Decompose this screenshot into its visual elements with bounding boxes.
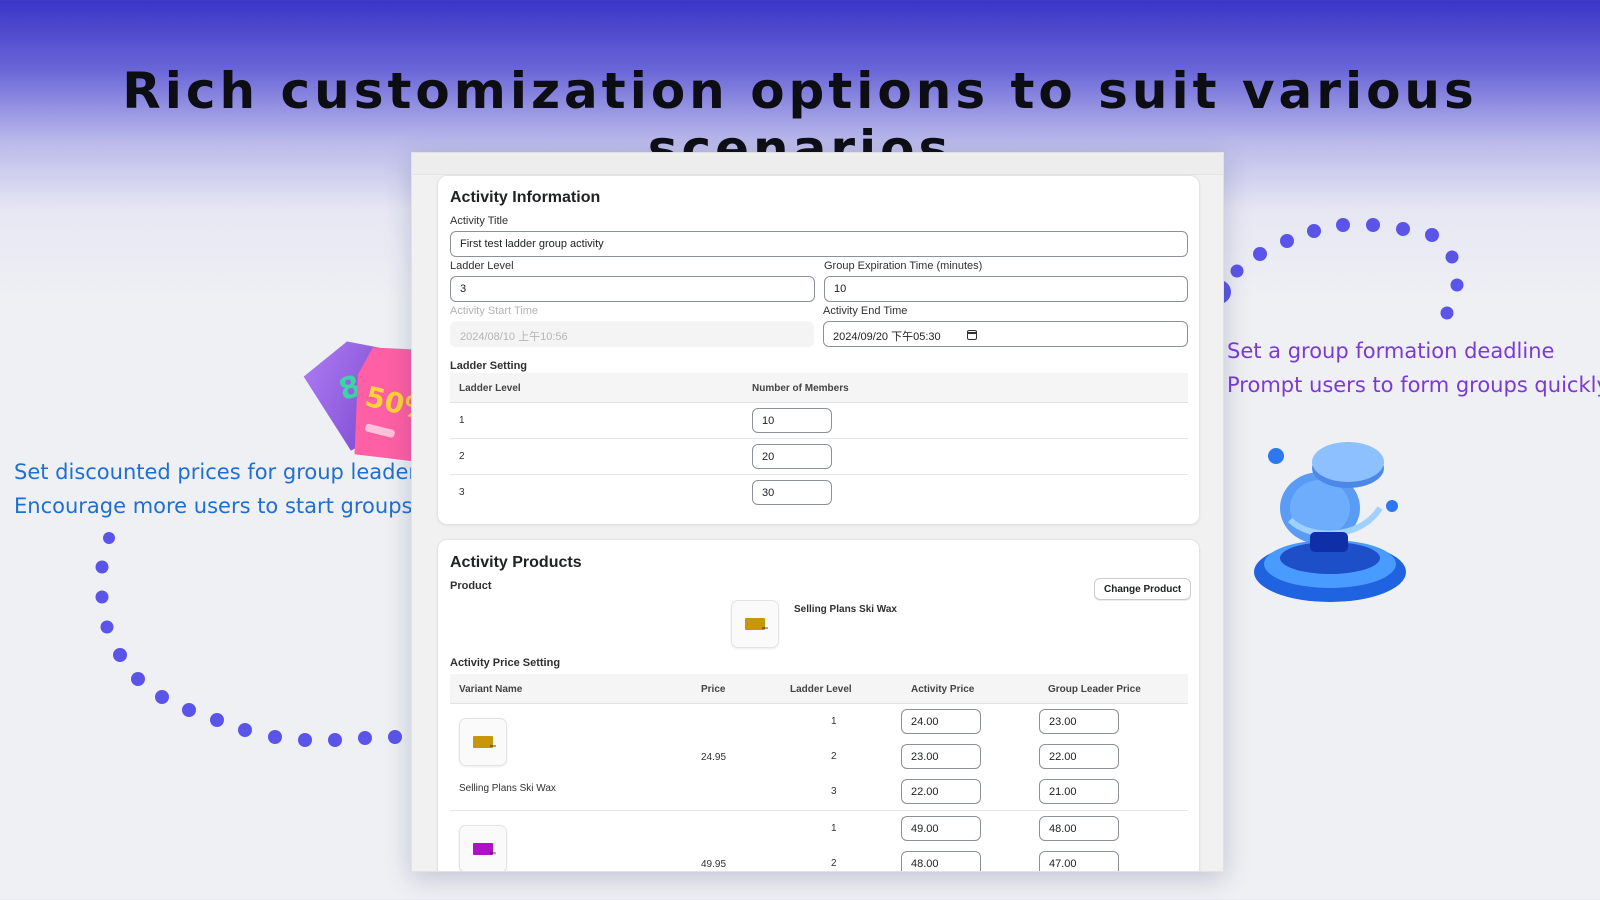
ladder-table-header: Ladder Level Number of Members [450, 373, 1188, 403]
change-product-button[interactable]: Change Product [1094, 578, 1192, 600]
expiration-label: Group Expiration Time (minutes) [824, 260, 983, 272]
leader-price-input[interactable]: 22.00 [1039, 744, 1119, 769]
activity-price-input[interactable]: 22.00 [901, 779, 981, 804]
variant-thumbnail [459, 718, 507, 766]
product-label: Product [450, 580, 492, 592]
table-row: 3 30 [450, 475, 1188, 511]
leader-price-input[interactable]: 47.00 [1039, 851, 1119, 871]
ski-wax-image [473, 736, 496, 748]
end-time-label: Activity End Time [823, 305, 908, 317]
left-callout-line2: Encourage more users to start groups [14, 494, 413, 518]
tier-level: 1 [831, 716, 837, 727]
expiration-input[interactable]: 10 [824, 276, 1188, 302]
tier-level: 1 [831, 823, 837, 834]
variant-price: 24.95 [701, 752, 727, 763]
leader-price-input[interactable]: 48.00 [1039, 816, 1119, 841]
table-row: 1 10 [450, 403, 1188, 439]
variant-thumbnail [459, 825, 507, 871]
table-row: 49.95 1 49.00 48.00 2 48.00 47.00 [450, 811, 1188, 871]
price-col-variant: Variant Name [459, 684, 523, 695]
price-setting-label: Activity Price Setting [450, 657, 561, 669]
end-time-value: 2024/09/20 下午05:30 [833, 331, 941, 343]
activity-information-title: Activity Information [450, 189, 601, 206]
activity-title-input[interactable]: First test ladder group activity [450, 231, 1188, 257]
members-input[interactable]: 20 [752, 444, 832, 469]
activity-title-label: Activity Title [450, 215, 509, 227]
window-top-bar [412, 153, 1223, 175]
right-callout-line2: Prompt users to form groups quickly [1227, 373, 1600, 397]
activity-price-input[interactable]: 49.00 [901, 816, 981, 841]
activity-price-input[interactable]: 48.00 [901, 851, 981, 871]
members-input[interactable]: 10 [752, 408, 832, 433]
ladder-row-level: 1 [459, 415, 465, 426]
leader-price-input[interactable]: 23.00 [1039, 709, 1119, 734]
table-row: 2 20 [450, 439, 1188, 475]
members-input[interactable]: 30 [752, 480, 832, 505]
ski-wax-image [745, 618, 768, 630]
ladder-level-input[interactable]: 3 [450, 276, 815, 302]
ladder-row-level: 2 [459, 451, 465, 462]
start-time-input: 2024/08/10 上午10:56 [450, 321, 814, 347]
tier-level: 3 [831, 786, 837, 797]
ladder-col-members: Number of Members [752, 383, 849, 394]
activity-information-card: Activity Information Activity Title Firs… [437, 175, 1200, 525]
tier-level: 2 [831, 751, 837, 762]
ski-wax-image [473, 843, 496, 855]
ladder-level-label: Ladder Level [450, 260, 514, 272]
end-time-input[interactable]: 2024/09/20 下午05:30 [823, 321, 1188, 347]
ladder-setting-label: Ladder Setting [450, 360, 528, 372]
tier-level: 2 [831, 858, 837, 869]
activity-price-input[interactable]: 24.00 [901, 709, 981, 734]
activity-price-input[interactable]: 23.00 [901, 744, 981, 769]
variant-name: Selling Plans Ski Wax [459, 783, 556, 794]
price-col-ladder: Ladder Level [790, 684, 852, 695]
calendar-icon[interactable] [967, 330, 977, 340]
right-callout: Set a group formation deadline Prompt us… [1227, 334, 1600, 402]
price-col-leader-price: Group Leader Price [1048, 684, 1141, 695]
ladder-col-level: Ladder Level [459, 383, 521, 394]
price-table-header: Variant Name Price Ladder Level Activity… [450, 674, 1188, 704]
variant-price: 49.95 [701, 859, 727, 870]
right-callout-line1: Set a group formation deadline [1227, 339, 1555, 363]
table-row: Selling Plans Ski Wax 24.95 1 24.00 23.0… [450, 704, 1188, 811]
product-name: Selling Plans Ski Wax [794, 604, 897, 615]
coin-stack-icon [1250, 430, 1410, 605]
activity-products-card: Activity Products Product Change Product… [437, 539, 1200, 871]
app-window: Activity Information Activity Title Firs… [411, 152, 1224, 872]
activity-products-title: Activity Products [450, 554, 582, 571]
start-time-label: Activity Start Time [450, 305, 539, 317]
price-col-activity-price: Activity Price [911, 684, 975, 695]
product-thumbnail[interactable] [731, 600, 779, 648]
price-col-price: Price [701, 684, 726, 695]
leader-price-input[interactable]: 21.00 [1039, 779, 1119, 804]
ladder-row-level: 3 [459, 487, 465, 498]
